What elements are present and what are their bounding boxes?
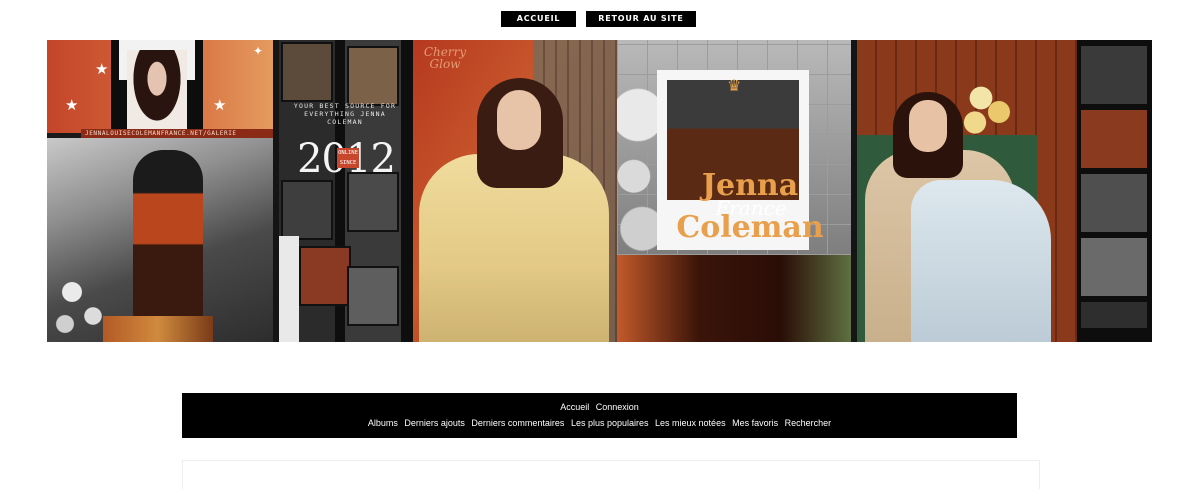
banner-collage-panel-2: YOUR BEST SOURCE FOR EVERYTHING JENNA CO…	[279, 40, 413, 342]
star-icon: ★	[95, 60, 109, 78]
film-frame	[1081, 174, 1147, 232]
nav-link-mes-favoris[interactable]: Mes favoris	[732, 418, 778, 428]
back-to-site-button[interactable]: RETOUR AU SITE	[586, 11, 696, 27]
bouquet-graphic	[957, 70, 1017, 140]
film-frame	[281, 180, 333, 240]
film-frame	[281, 42, 333, 102]
nav-row-secondary: Albums Derniers ajouts Derniers commenta…	[182, 418, 1017, 428]
nav-link-les-mieux-notees[interactable]: Les mieux notées	[655, 418, 726, 428]
flowers-graphic	[617, 80, 659, 255]
star-icon: ★	[65, 96, 79, 114]
nav-row-primary: Accueil Connexion	[182, 402, 1017, 412]
film-frame	[347, 266, 399, 326]
dress-shape	[911, 180, 1051, 342]
bottom-photo	[617, 255, 851, 342]
portrait-photo	[127, 50, 187, 132]
banner-collage-panel-3: Cherry Glow	[413, 40, 617, 342]
home-button[interactable]: ACCUEIL	[501, 11, 576, 27]
name-title-last: Coleman	[676, 210, 824, 245]
nav-link-derniers-commentaires[interactable]: Derniers commentaires	[471, 418, 564, 428]
main-navigation: Accueil Connexion Albums Derniers ajouts…	[182, 393, 1017, 438]
leaf-graphic	[103, 316, 213, 342]
face-shape	[497, 90, 541, 150]
star-icon: ✦	[253, 44, 264, 58]
star-icon: ★	[213, 96, 227, 114]
film-frame	[1081, 46, 1147, 104]
film-frame	[347, 46, 399, 106]
name-title-first: Jenna	[701, 168, 799, 203]
face-shape	[909, 100, 947, 152]
crown-icon: ♛	[727, 76, 742, 95]
tagline-text: YOUR BEST SOURCE FOR EVERYTHING JENNA CO…	[293, 102, 397, 126]
film-strip	[1077, 40, 1152, 342]
banner-collage-panel-1: ★ ★ ★ ✦ JENNALOUISECOLEMANFRANCE.NET/GAL…	[47, 40, 273, 342]
torn-paper	[279, 236, 299, 342]
film-frame	[299, 246, 351, 306]
nav-link-derniers-ajouts[interactable]: Derniers ajouts	[404, 418, 465, 428]
nav-link-accueil[interactable]: Accueil	[560, 402, 589, 412]
site-url-label: JENNALOUISECOLEMANFRANCE.NET/GALERIE	[81, 129, 273, 138]
online-since-badge: ONLINE SINCE	[337, 148, 359, 168]
content-area	[182, 460, 1040, 489]
film-frame	[1081, 110, 1147, 168]
film-frame	[1081, 302, 1147, 328]
nav-link-rechercher[interactable]: Rechercher	[785, 418, 832, 428]
header-banner: ★ ★ ★ ✦ JENNALOUISECOLEMANFRANCE.NET/GAL…	[47, 40, 1152, 342]
watermark-text: Cherry Glow	[423, 45, 467, 71]
nav-link-connexion[interactable]: Connexion	[596, 402, 639, 412]
film-frame	[1081, 238, 1147, 296]
nav-link-les-plus-populaires[interactable]: Les plus populaires	[571, 418, 649, 428]
nav-link-albums[interactable]: Albums	[368, 418, 398, 428]
banner-collage-panel-5	[857, 40, 1152, 342]
banner-collage-panel-4: ♛ Jenna France Coleman	[617, 40, 851, 342]
figure-photo	[133, 150, 203, 320]
